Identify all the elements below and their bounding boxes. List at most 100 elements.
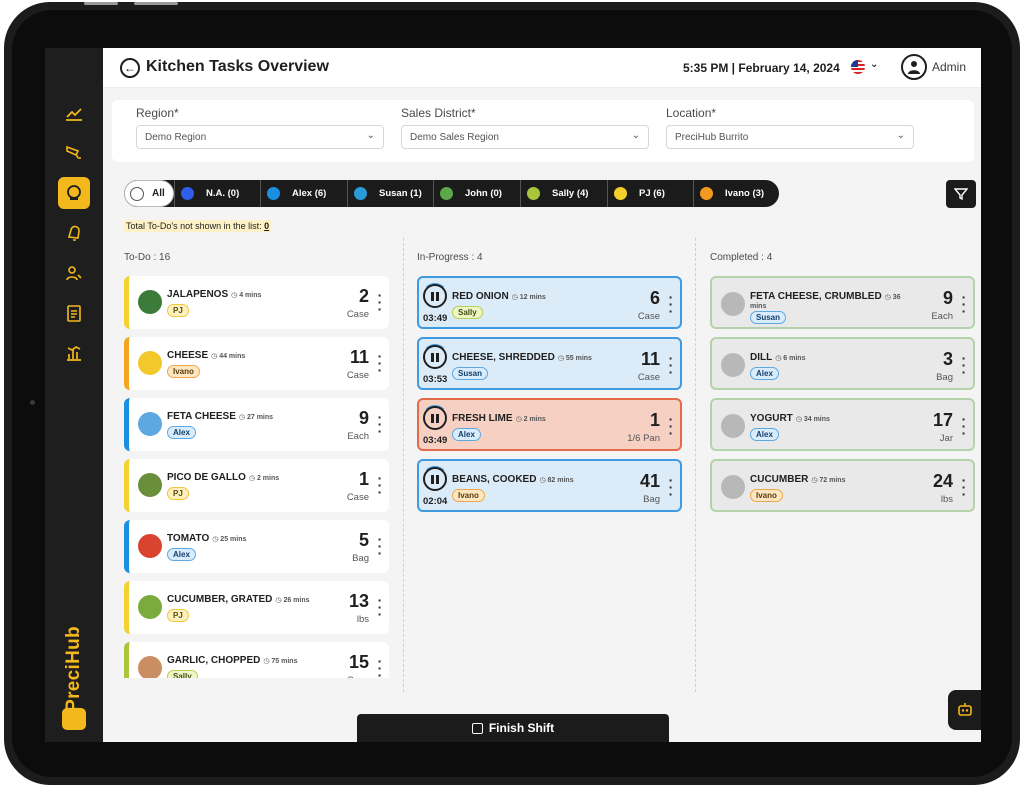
location-label: Location* — [666, 106, 717, 120]
task-name: JALAPENOS ◷ 4 mins — [167, 289, 261, 300]
staff-chip[interactable]: Ivano (3) — [693, 180, 779, 207]
sidebar-item-analytics[interactable] — [58, 337, 90, 369]
power-button — [134, 2, 178, 5]
more-options-icon[interactable]: · · · — [377, 410, 383, 438]
chef-hat-icon — [67, 185, 81, 200]
task-card[interactable]: DILL ◷ 6 mins Alex 3 Bag · · · — [710, 337, 975, 390]
task-name: CHEESE, SHREDDED ◷ 55 mins — [452, 352, 592, 363]
pause-button[interactable] — [423, 345, 447, 369]
task-card[interactable]: 03:49 RED ONION ◷ 12 mins Sally 6 Case · · · — [417, 276, 682, 329]
task-card[interactable]: YOGURT ◷ 34 mins Alex 17 Jar · · · — [710, 398, 975, 451]
staff-chip[interactable]: Susan (1) — [347, 180, 433, 207]
task-duration: ◷ 34 mins — [795, 416, 830, 423]
users-icon — [66, 266, 82, 281]
more-options-icon[interactable]: · · · — [961, 412, 967, 440]
avatar[interactable] — [901, 54, 927, 80]
task-card[interactable]: 02:04 BEANS, COOKED ◷ 82 mins Ivano 41 Bag · · · — [417, 459, 682, 512]
task-name-text: YOGURT — [750, 413, 793, 424]
assignee-badge: Alex — [167, 548, 196, 561]
staff-chip[interactable]: Sally (4) — [520, 180, 607, 207]
bell-icon — [67, 225, 80, 241]
assignee-badge: Alex — [452, 428, 481, 441]
task-name: FRESH LIME ◷ 2 mins — [452, 413, 546, 424]
more-options-icon[interactable]: · · · — [668, 412, 674, 440]
task-card[interactable]: PICO DE GALLO ◷ 2 mins PJ 1 Case · · · — [124, 459, 389, 512]
us-flag-icon[interactable] — [851, 60, 865, 74]
staff-color-dot — [354, 187, 367, 200]
task-duration: ◷ 12 mins — [511, 294, 546, 301]
assistant-button[interactable] — [948, 690, 981, 730]
task-duration-text: 75 mins — [271, 658, 298, 665]
sidebar-item-reports[interactable] — [58, 297, 90, 329]
region-select[interactable]: Demo Region ⌄ — [136, 125, 384, 149]
chevron-down-icon[interactable]: ⌄ — [870, 59, 878, 70]
task-duration: ◷ 2 mins — [248, 475, 280, 482]
task-unit: lbs — [356, 614, 369, 625]
staff-chip-label: John (0) — [465, 188, 502, 199]
food-icon — [138, 534, 162, 558]
sidebar-item-dashboard[interactable] — [58, 98, 90, 130]
task-quantity: 2 — [358, 286, 369, 306]
page-title: Kitchen Tasks Overview — [146, 58, 329, 75]
staff-filter-bar: All N.A. (0) Alex (6) Susan (1) John (0)… — [124, 180, 779, 207]
sidebar-item-users[interactable] — [58, 257, 90, 289]
task-card[interactable]: CHEESE ◷ 44 mins Ivano 11 Case · · · — [124, 337, 389, 390]
task-card[interactable]: FETA CHEESE, CRUMBLED ◷ 36 mins Susan 9 Each ·… — [710, 276, 975, 329]
more-options-icon[interactable]: · · · — [377, 654, 383, 678]
staff-filter-all[interactable]: All — [124, 180, 174, 207]
district-select[interactable]: Demo Sales Region ⌄ — [401, 125, 649, 149]
pause-button[interactable] — [423, 406, 447, 430]
task-duration-text: 34 mins — [803, 416, 830, 423]
more-options-icon[interactable]: · · · — [668, 473, 674, 501]
staff-color-dot — [614, 187, 627, 200]
more-options-icon[interactable]: · · · — [377, 349, 383, 377]
staff-color-dot — [267, 187, 280, 200]
finish-shift-button[interactable]: Finish Shift — [357, 714, 669, 742]
task-card[interactable]: 03:53 CHEESE, SHREDDED ◷ 55 mins Susan 11 Cas… — [417, 337, 682, 390]
task-name-text: DILL — [750, 352, 773, 363]
more-options-icon[interactable]: · · · — [377, 288, 383, 316]
task-name-text: CUCUMBER, GRATED — [167, 594, 273, 605]
pause-button[interactable] — [423, 284, 447, 308]
more-options-icon[interactable]: · · · — [668, 351, 674, 379]
filter-button[interactable] — [946, 180, 976, 208]
sidebar-item-kitchen-tasks[interactable] — [58, 177, 90, 209]
column-divider — [403, 238, 404, 692]
task-duration-text: 82 mins — [547, 477, 574, 484]
more-options-icon[interactable]: · · · — [377, 593, 383, 621]
pause-button[interactable] — [423, 467, 447, 491]
task-card[interactable]: CUCUMBER ◷ 72 mins Ivano 24 lbs · · · — [710, 459, 975, 512]
hidden-todo-count[interactable]: 0 — [264, 221, 269, 231]
task-card[interactable]: JALAPENOS ◷ 4 mins PJ 2 Case · · · — [124, 276, 389, 329]
finish-shift-label: Finish Shift — [488, 721, 555, 735]
task-duration-text: 12 mins — [519, 294, 546, 301]
sidebar-item-alerts[interactable] — [58, 217, 90, 249]
more-options-icon[interactable]: · · · — [377, 471, 383, 499]
user-name[interactable]: Admin — [932, 60, 966, 74]
more-options-icon[interactable]: · · · — [668, 290, 674, 318]
staff-color-dot — [440, 187, 453, 200]
staff-chip[interactable]: N.A. (0) — [174, 180, 260, 207]
task-card[interactable]: TOMATO ◷ 25 mins Alex 5 Bag · · · — [124, 520, 389, 573]
task-card[interactable]: CUCUMBER, GRATED ◷ 26 mins PJ 13 lbs · · · — [124, 581, 389, 634]
task-name: CUCUMBER, GRATED ◷ 26 mins — [167, 594, 310, 605]
task-timer: 02:04 — [423, 496, 448, 507]
more-options-icon[interactable]: · · · — [377, 532, 383, 560]
location-select[interactable]: PreciHub Burrito ⌄ — [666, 125, 914, 149]
more-options-icon[interactable]: · · · — [961, 290, 967, 318]
task-quantity: 6 — [649, 288, 660, 308]
task-card[interactable]: 03:49 FRESH LIME ◷ 2 mins Alex 1 1/6 Pan · · · — [417, 398, 682, 451]
task-card[interactable]: FETA CHEESE ◷ 27 mins Alex 9 Each · · · — [124, 398, 389, 451]
task-duration: ◷ 27 mins — [238, 414, 274, 421]
staff-chip[interactable]: Alex (6) — [260, 180, 347, 207]
staff-chip[interactable]: PJ (6) — [607, 180, 693, 207]
task-name: FETA CHEESE, CRUMBLED ◷ 36 — [750, 291, 901, 302]
sidebar-item-cameras[interactable] — [58, 136, 90, 168]
more-options-icon[interactable]: · · · — [961, 351, 967, 379]
more-options-icon[interactable]: · · · — [961, 473, 967, 501]
back-button[interactable]: ← — [120, 58, 140, 78]
task-card[interactable]: GARLIC, CHOPPED◷ 75 mins Sally 15 Case ··· — [124, 642, 389, 678]
district-value: Demo Sales Region — [410, 132, 499, 143]
assignee-badge: PJ — [167, 304, 189, 317]
staff-chip[interactable]: John (0) — [433, 180, 520, 207]
